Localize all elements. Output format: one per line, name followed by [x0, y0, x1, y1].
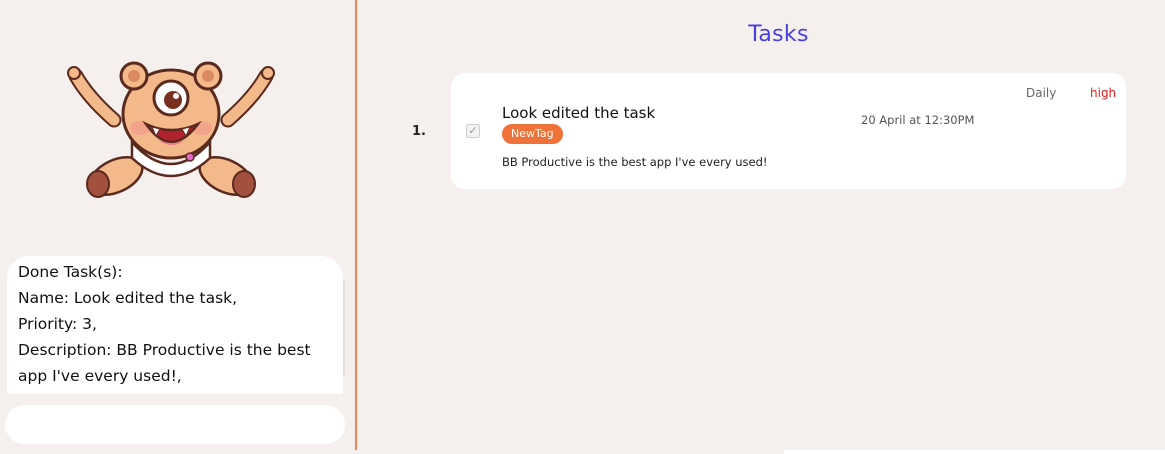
mascot-icon: [67, 61, 275, 198]
task-index: 1.: [412, 124, 426, 139]
task-tag: NewTag: [502, 124, 563, 144]
left-panel: Done Task(s): Name: Look edited the task…: [0, 0, 355, 454]
task-priority: high: [1090, 86, 1117, 100]
result-line: Description: BB Productive is the best: [18, 341, 311, 359]
result-line: Priority: 3,: [18, 315, 97, 333]
command-input[interactable]: [5, 405, 345, 444]
result-line: Name: Look edited the task,: [18, 289, 238, 307]
result-display: Done Task(s): Name: Look edited the task…: [7, 256, 343, 394]
task-recurrence: Daily: [1026, 86, 1057, 100]
panel-divider[interactable]: [355, 0, 357, 450]
result-scrollbar[interactable]: [343, 280, 345, 376]
app-window: Done Task(s): Name: Look edited the task…: [0, 0, 1165, 454]
check-icon: ✓: [468, 124, 478, 137]
result-line: app I've every used!,: [18, 367, 182, 385]
task-list-title: Tasks: [748, 22, 809, 47]
task-done-checkbox[interactable]: ✓: [466, 124, 480, 138]
task-name: Look edited the task: [502, 104, 656, 122]
task-date: 20 April at 12:30PM: [861, 113, 975, 127]
task-description: BB Productive is the best app I've every…: [502, 155, 768, 169]
bottom-strip: [784, 450, 1165, 454]
result-line: Done Task(s):: [18, 263, 123, 281]
